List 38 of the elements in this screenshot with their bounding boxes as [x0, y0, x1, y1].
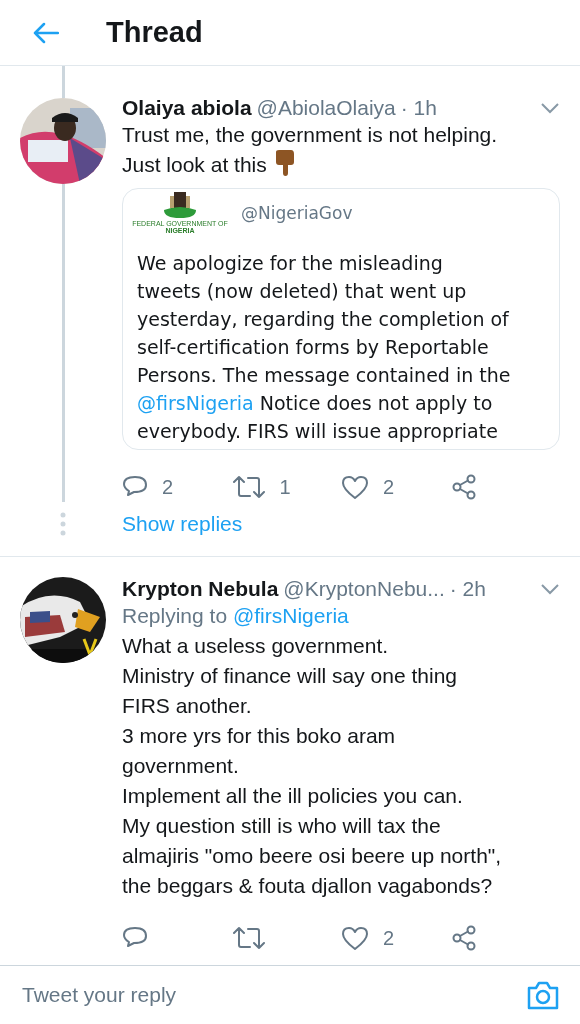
like-count: 2 [383, 926, 395, 950]
share-button[interactable] [450, 925, 477, 951]
author-name: Olaiya abiola [122, 96, 252, 120]
caret-icon[interactable] [540, 583, 560, 595]
like-button[interactable] [341, 925, 369, 951]
reply-count: 2 [162, 475, 174, 499]
author-handle: @KryptonNebu... [283, 577, 445, 601]
back-arrow-icon [33, 21, 59, 44]
author-handle: @AbiolaOlaiya [256, 96, 396, 120]
show-replies-link[interactable]: Show replies [122, 512, 243, 536]
caret-icon[interactable] [540, 102, 560, 114]
tweet-text: Trust me, the government is not helping. Just look at this [122, 122, 499, 178]
quoted-text: We apologize for the misleading tweets (now deleted) that went up yesterday, regarding the completion of self-certification forms by Reportable Persons. The message contained in the @firsNigeria Notice does not apply to everybody. FIRS will issue appropriate [137, 251, 512, 444]
replying-label: Replying to [122, 604, 229, 627]
quoted-tweet-card[interactable] [122, 188, 560, 450]
retweet-count: 1 [279, 475, 291, 499]
thread-dots-icon [60, 512, 66, 536]
author-name: Krypton Nebula [122, 577, 279, 601]
share-icon [450, 925, 477, 951]
camera-button[interactable] [526, 980, 560, 1010]
page-title: Thread [106, 16, 203, 49]
tweet-text: What a useless government. Ministry of finance will say one thing FIRS another. 3 more yrs for this boko aram government. Implement all the ill policies you can. My question still is who will tax the almajiris "omo beere osi beere up north", the beggars & fouta djallon vagabonds? [122, 633, 503, 899]
share-button[interactable] [450, 474, 477, 500]
share-icon [450, 474, 477, 500]
mention-link[interactable]: @firsNigeria [137, 392, 254, 414]
tweet-time: · 2h [449, 577, 486, 601]
quoted-handle: @NigeriaGov [241, 203, 353, 223]
retweet-icon [231, 925, 266, 951]
retweet-button[interactable] [231, 474, 266, 500]
heart-icon [341, 474, 369, 500]
camera-icon [526, 980, 560, 1010]
retweet-icon [231, 474, 266, 500]
retweet-button[interactable] [231, 925, 266, 951]
like-count: 2 [383, 475, 395, 499]
heart-icon [341, 925, 369, 951]
tweet-time: · 1h [400, 96, 437, 120]
mention-link[interactable]: @firsNigeria [232, 604, 349, 627]
like-button[interactable] [341, 474, 369, 500]
